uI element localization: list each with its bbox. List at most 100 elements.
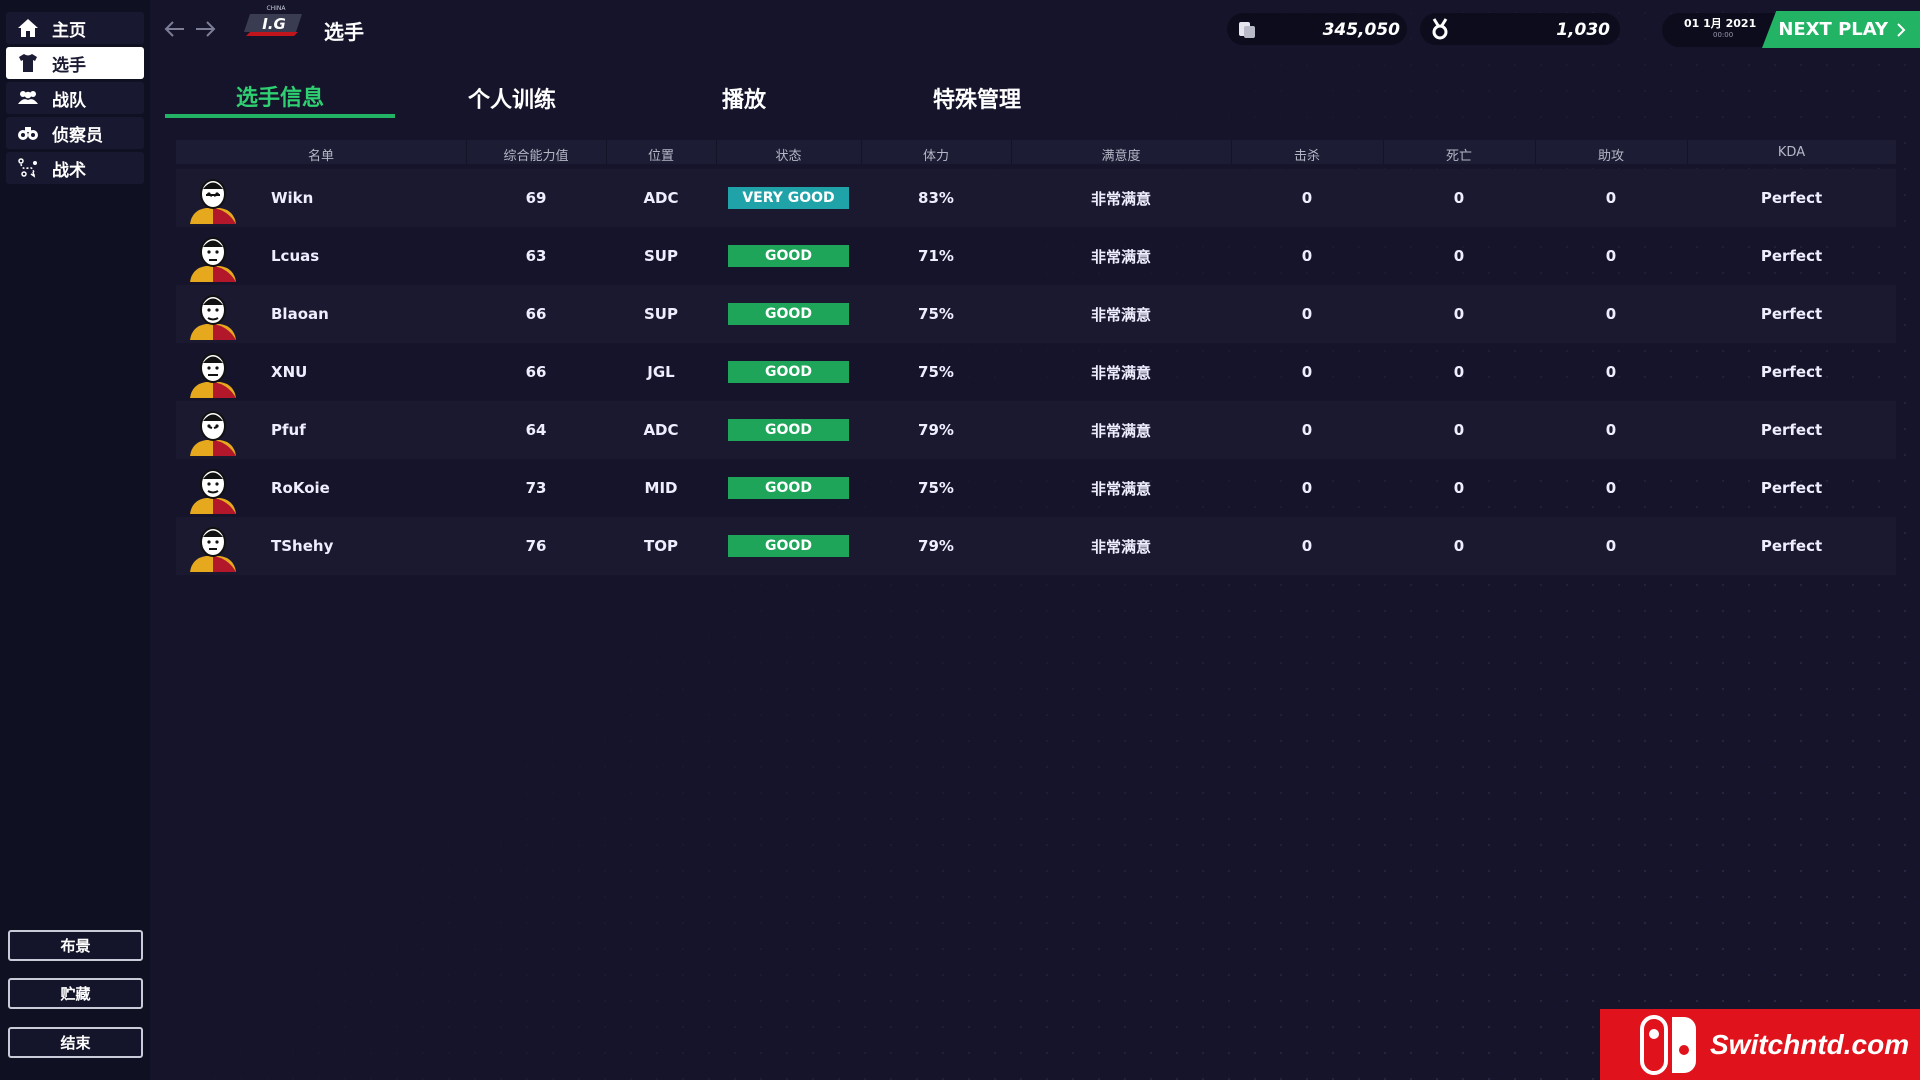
cell-player-name[interactable]: Wikn: [271, 169, 461, 227]
status-badge: GOOD: [728, 535, 849, 557]
tab-personal-training[interactable]: 个人训练: [397, 78, 627, 118]
column-header-name[interactable]: 名单: [176, 145, 466, 164]
coins-icon: [1239, 22, 1255, 38]
cell-satisfaction: 非常满意: [1090, 479, 1151, 498]
cell-kda: Perfect: [1760, 421, 1823, 439]
cell-satisfaction: 非常满意: [1090, 421, 1151, 440]
cell-position: JGL: [647, 363, 675, 381]
sidebar-item-home[interactable]: 主页: [6, 12, 144, 44]
column-header-deaths[interactable]: 死亡: [1383, 145, 1535, 164]
column-header-position[interactable]: 位置: [606, 145, 716, 164]
cell-deaths: 0: [1453, 479, 1465, 497]
cell-status: VERY GOOD: [716, 169, 861, 227]
quit-button[interactable]: 结束: [8, 1027, 143, 1058]
cell-kills: 0: [1301, 421, 1313, 439]
sidebar-item-team[interactable]: 战队: [6, 82, 144, 114]
sidebar-item-scout[interactable]: 侦察员: [6, 117, 144, 149]
forward-arrow-icon[interactable]: [192, 16, 218, 42]
binoculars-icon: [18, 127, 38, 140]
cell-rating: 73: [525, 479, 547, 497]
medal-icon: [1432, 18, 1448, 40]
cell-position: ADC: [643, 421, 679, 439]
watermark-text: Switchntd.com: [1710, 1028, 1910, 1060]
cell-assists: 0: [1605, 247, 1617, 265]
cell-kda: Perfect: [1760, 247, 1823, 265]
table-row[interactable]: Wikn 69 ADC 83% 非常满意 0 0 0 Perfect VERY GOOD: [176, 169, 1896, 227]
sidebar-item-label: 战术: [52, 160, 86, 181]
cell-status: GOOD: [716, 459, 861, 517]
cell-stamina: 75%: [918, 363, 954, 381]
cell-rating: 64: [525, 421, 547, 439]
watermark: Switchntd.com: [1600, 1009, 1920, 1080]
cell-player-name[interactable]: Blaoan: [271, 285, 461, 343]
cell-status: GOOD: [716, 517, 861, 575]
cell-stamina: 79%: [918, 421, 954, 439]
tab-streaming[interactable]: 播放: [629, 78, 859, 118]
cell-kda: Perfect: [1760, 537, 1823, 555]
cell-kills: 0: [1301, 363, 1313, 381]
cell-assists: 0: [1605, 537, 1617, 555]
tab-bar: 选手信息 个人训练 播放 特殊管理: [165, 78, 1065, 120]
cell-kills: 0: [1301, 247, 1313, 265]
cell-kills: 0: [1301, 479, 1313, 497]
status-badge: GOOD: [728, 419, 849, 441]
column-header-status[interactable]: 状态: [716, 145, 861, 164]
player-avatar: [190, 295, 236, 340]
cell-stamina: 71%: [918, 247, 954, 265]
storage-button[interactable]: 贮藏: [8, 978, 143, 1009]
column-header-stamina[interactable]: 体力: [861, 145, 1011, 164]
cell-deaths: 0: [1453, 421, 1465, 439]
team-logo: CHINA I.G: [244, 5, 302, 36]
tab-special-management[interactable]: 特殊管理: [862, 78, 1092, 118]
table-row[interactable]: Lcuas 63 SUP 71% 非常满意 0 0 0 Perfect GOOD: [176, 227, 1896, 285]
cell-assists: 0: [1605, 421, 1617, 439]
cell-stamina: 75%: [918, 305, 954, 323]
cell-kda: Perfect: [1760, 189, 1823, 207]
table-header: 名单 综合能力值 位置 状态 体力 满意度 击杀 死亡 助攻 KDA: [176, 140, 1896, 164]
logo-text: I.G: [262, 15, 286, 33]
cell-player-name[interactable]: XNU: [271, 343, 461, 401]
sidebar-item-label: 主页: [52, 20, 86, 41]
chevron-right-icon: [1897, 22, 1906, 37]
table-row[interactable]: Pfuf 64 ADC 79% 非常满意 0 0 0 Perfect GOOD: [176, 401, 1896, 459]
cell-player-name[interactable]: RoKoie: [271, 459, 461, 517]
cell-player-name[interactable]: Pfuf: [271, 401, 461, 459]
table-body: Wikn 69 ADC 83% 非常满意 0 0 0 Perfect VERY GOOD Lcuas…: [176, 169, 1896, 575]
cell-assists: 0: [1605, 305, 1617, 323]
table-row[interactable]: XNU 66 JGL 75% 非常满意 0 0 0 Perfect GOOD: [176, 343, 1896, 401]
date-text: 01 1月 2021: [1684, 17, 1757, 30]
cell-satisfaction: 非常满意: [1090, 363, 1151, 382]
team-icon: [18, 91, 38, 104]
cell-status: GOOD: [716, 401, 861, 459]
column-header-kills[interactable]: 击杀: [1231, 145, 1383, 164]
table-row[interactable]: Blaoan 66 SUP 75% 非常满意 0 0 0 Perfect GOOD: [176, 285, 1896, 343]
sidebar-item-players[interactable]: 选手: [6, 47, 144, 79]
status-badge: GOOD: [728, 361, 849, 383]
column-header-rating[interactable]: 综合能力值: [466, 145, 606, 164]
cell-satisfaction: 非常满意: [1090, 247, 1151, 266]
cell-position: TOP: [644, 537, 678, 555]
tab-player-info[interactable]: 选手信息: [165, 78, 395, 118]
cell-kda: Perfect: [1760, 479, 1823, 497]
switch-logo-icon: [1640, 1014, 1696, 1075]
table-row[interactable]: RoKoie 73 MID 75% 非常满意 0 0 0 Perfect GOOD: [176, 459, 1896, 517]
cell-player-name[interactable]: Lcuas: [271, 227, 461, 285]
column-header-kda[interactable]: KDA: [1687, 145, 1896, 160]
column-header-assists[interactable]: 助攻: [1535, 145, 1687, 164]
back-arrow-icon[interactable]: [162, 16, 188, 42]
cell-position: MID: [644, 479, 678, 497]
cell-kills: 0: [1301, 537, 1313, 555]
status-badge: GOOD: [728, 303, 849, 325]
sidebar-item-tactics[interactable]: 战术: [6, 152, 144, 184]
setting-button[interactable]: 布景: [8, 930, 143, 961]
next-play-button[interactable]: NEXT PLAY: [1762, 11, 1920, 48]
table-row[interactable]: TShehy 76 TOP 79% 非常满意 0 0 0 Perfect GOOD: [176, 517, 1896, 575]
top-bar: CHINA I.G 选手 345,050 1,030 01 1月 2021 00…: [150, 0, 1920, 58]
cell-stamina: 79%: [918, 537, 954, 555]
column-header-satisfaction[interactable]: 满意度: [1011, 145, 1231, 164]
sidebar-item-label: 选手: [52, 55, 86, 76]
cell-player-name[interactable]: TShehy: [271, 517, 461, 575]
cell-assists: 0: [1605, 479, 1617, 497]
logo-sub-text: CHINA: [266, 5, 286, 12]
cell-rating: 63: [525, 247, 547, 265]
